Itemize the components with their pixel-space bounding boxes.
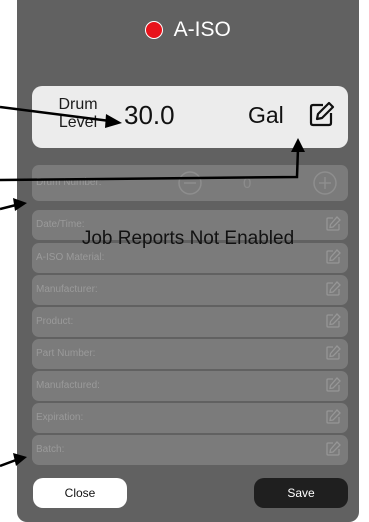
arrow-to-drum-number [0,198,27,211]
arrow-to-batch [0,453,27,468]
arrow-to-edit-icon [0,138,305,182]
annotation-arrows [0,105,305,468]
arrow-to-drum-level [0,105,122,128]
